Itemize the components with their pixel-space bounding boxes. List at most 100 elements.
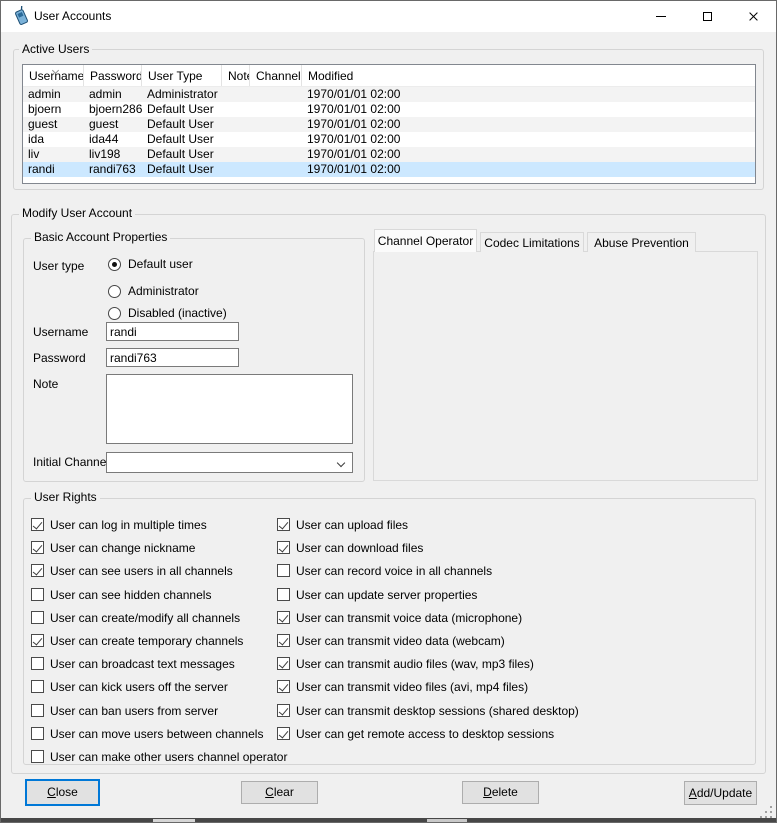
cell-username: ida	[23, 132, 84, 147]
cell-modified: 1970/01/01 02:00	[302, 162, 755, 177]
checkbox-icon	[277, 541, 290, 554]
checkbox-icon	[31, 634, 44, 647]
checkbox-label: User can transmit audio files (wav, mp3 …	[296, 658, 534, 671]
cell-username: liv	[23, 147, 84, 162]
column-header-channel[interactable]: Channel	[250, 65, 302, 86]
cell-note	[222, 102, 250, 117]
checkbox-icon	[31, 518, 44, 531]
checkbox-transmit-audio-files[interactable]: User can transmit audio files (wav, mp3 …	[277, 657, 534, 672]
checkbox-change-nickname[interactable]: User can change nickname	[31, 541, 195, 556]
checkbox-upload-files[interactable]: User can upload files	[277, 518, 408, 533]
checkbox-transmit-video[interactable]: User can transmit video data (webcam)	[277, 634, 505, 649]
table-row-admin[interactable]: admin admin Administrator 1970/01/01 02:…	[23, 87, 755, 102]
password-field[interactable]	[106, 348, 239, 367]
radio-icon	[108, 307, 121, 320]
checkbox-transmit-video-files[interactable]: User can transmit video files (avi, mp4 …	[277, 680, 528, 695]
username-label: Username	[33, 326, 88, 339]
users-table: Username Password User Type Note Channel…	[22, 64, 756, 184]
column-header-password[interactable]: Password	[84, 65, 142, 86]
add-update-button-label: Add/Update	[689, 787, 752, 800]
username-field[interactable]	[106, 322, 239, 341]
column-header-note[interactable]: Note	[222, 65, 250, 86]
cell-usertype: Default User	[142, 102, 222, 117]
cell-password: randi763	[84, 162, 142, 177]
table-row-guest[interactable]: guest guest Default User 1970/01/01 02:0…	[23, 117, 755, 132]
column-header-modified[interactable]: Modified	[302, 65, 755, 86]
checkbox-download-files[interactable]: User can download files	[277, 541, 423, 556]
checkbox-label: User can create/modify all channels	[50, 612, 240, 625]
checkbox-transmit-desktop-sessions[interactable]: User can transmit desktop sessions (shar…	[277, 704, 579, 719]
table-row-liv[interactable]: liv liv198 Default User 1970/01/01 02:00	[23, 147, 755, 162]
cell-note	[222, 147, 250, 162]
close-button[interactable]: Close	[25, 779, 100, 806]
checkbox-icon	[31, 750, 44, 763]
checkbox-update-server-properties[interactable]: User can update server properties	[277, 588, 477, 603]
minimize-button[interactable]	[638, 1, 684, 32]
password-label: Password	[33, 352, 86, 365]
checkbox-broadcast-text-messages[interactable]: User can broadcast text messages	[31, 657, 235, 672]
note-field[interactable]	[106, 374, 353, 444]
cell-password: liv198	[84, 147, 142, 162]
checkbox-see-hidden-channels[interactable]: User can see hidden channels	[31, 588, 211, 603]
checkbox-label: User can get remote access to desktop se…	[296, 728, 554, 741]
note-label: Note	[33, 378, 58, 391]
cell-password: bjoern286	[84, 102, 142, 117]
checkbox-label: User can kick users off the server	[50, 681, 228, 694]
checkbox-icon	[277, 518, 290, 531]
table-row-ida[interactable]: ida ida44 Default User 1970/01/01 02:00	[23, 132, 755, 147]
radio-label: Administrator	[128, 285, 199, 298]
column-header-username[interactable]: Username	[23, 65, 84, 86]
column-header-usertype[interactable]: User Type	[142, 65, 222, 86]
user-type-label: User type	[33, 260, 84, 273]
close-window-button[interactable]	[730, 1, 776, 32]
cell-note	[222, 117, 250, 132]
delete-button-label: Delete	[483, 786, 518, 799]
checkbox-move-users[interactable]: User can move users between channels	[31, 727, 263, 742]
checkbox-icon	[31, 727, 44, 740]
maximize-button[interactable]	[684, 1, 730, 32]
cell-channel	[250, 117, 302, 132]
close-icon	[748, 11, 759, 22]
checkbox-see-users-all-channels[interactable]: User can see users in all channels	[31, 564, 233, 579]
checkbox-create-modify-channels[interactable]: User can create/modify all channels	[31, 611, 240, 626]
delete-button[interactable]: Delete	[462, 781, 539, 804]
checkbox-ban-users[interactable]: User can ban users from server	[31, 704, 218, 719]
cell-usertype: Administrator	[142, 87, 222, 102]
checkbox-login-multiple[interactable]: User can log in multiple times	[31, 518, 207, 533]
tab-abuse-prevention[interactable]: Abuse Prevention	[587, 232, 696, 252]
table-row-randi[interactable]: randi randi763 Default User 1970/01/01 0…	[23, 162, 755, 177]
cell-modified: 1970/01/01 02:00	[302, 147, 755, 162]
checkbox-remote-access-desktop[interactable]: User can get remote access to desktop se…	[277, 727, 554, 742]
radio-disabled[interactable]: Disabled (inactive)	[108, 306, 227, 320]
tab-channel-operator[interactable]: Channel Operator	[374, 229, 477, 252]
tab-codec-limitations[interactable]: Codec Limitations	[480, 232, 584, 252]
checkbox-transmit-voice[interactable]: User can transmit voice data (microphone…	[277, 611, 522, 626]
checkbox-label: User can make other users channel operat…	[50, 751, 287, 764]
checkbox-create-temporary-channels[interactable]: User can create temporary channels	[31, 634, 243, 649]
background-fragment	[153, 819, 195, 822]
checkbox-icon	[31, 680, 44, 693]
cell-username: bjoern	[23, 102, 84, 117]
checkbox-label: User can record voice in all channels	[296, 565, 492, 578]
basic-group-label: Basic Account Properties	[31, 231, 170, 244]
checkbox-icon	[277, 704, 290, 717]
cell-username: randi	[23, 162, 84, 177]
cell-channel	[250, 132, 302, 147]
clear-button[interactable]: Clear	[241, 781, 318, 804]
resize-grip-icon[interactable]	[760, 806, 762, 808]
checkbox-label: User can broadcast text messages	[50, 658, 235, 671]
radio-default-user[interactable]: Default user	[108, 257, 193, 271]
checkbox-icon	[277, 727, 290, 740]
checkbox-make-channel-operator[interactable]: User can make other users channel operat…	[31, 750, 287, 765]
checkbox-kick-users[interactable]: User can kick users off the server	[31, 680, 228, 695]
checkbox-record-voice[interactable]: User can record voice in all channels	[277, 564, 492, 579]
cell-password: guest	[84, 117, 142, 132]
minimize-icon	[656, 16, 666, 17]
cell-usertype: Default User	[142, 162, 222, 177]
modify-group-label: Modify User Account	[19, 207, 135, 220]
radio-administrator[interactable]: Administrator	[108, 284, 199, 298]
add-update-button[interactable]: Add/Update	[684, 781, 757, 805]
table-row-bjoern[interactable]: bjoern bjoern286 Default User 1970/01/01…	[23, 102, 755, 117]
initial-channel-combobox[interactable]	[106, 452, 353, 473]
cell-password: ida44	[84, 132, 142, 147]
